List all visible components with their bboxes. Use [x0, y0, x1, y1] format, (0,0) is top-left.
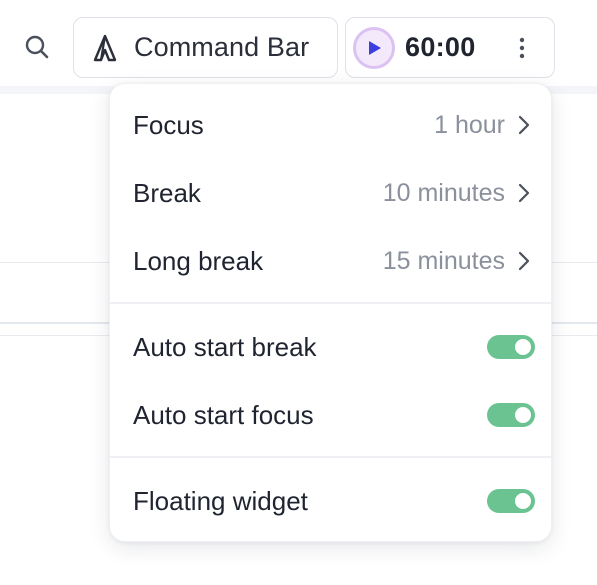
timer-settings-menu: Focus 1 hour Break 10 minutes Long break…	[109, 83, 552, 542]
app-page: Command Bar 60:00 Focus 1 hour Break 10 …	[0, 0, 597, 585]
menu-item-floating-widget[interactable]: Floating widget	[110, 471, 551, 531]
play-button[interactable]	[353, 26, 395, 69]
search-button[interactable]	[20, 30, 54, 64]
menu-item-label: Long break	[133, 245, 264, 276]
play-icon	[369, 40, 381, 55]
timer-time: 60:00	[405, 32, 476, 62]
timer-more-button[interactable]	[512, 36, 532, 60]
menu-item-value: 10 minutes	[382, 178, 505, 207]
menu-item-break[interactable]: Break 10 minutes	[110, 163, 551, 223]
menu-item-label: Auto start break	[133, 331, 317, 362]
command-bar-button[interactable]: Command Bar	[73, 17, 338, 78]
floating-widget-toggle[interactable]	[487, 489, 535, 513]
menu-divider	[110, 302, 551, 304]
menu-item-auto-start-break[interactable]: Auto start break	[110, 317, 551, 377]
menu-divider	[110, 456, 551, 458]
menu-item-label: Auto start focus	[133, 399, 314, 430]
menu-item-label: Break	[133, 177, 201, 208]
chevron-right-icon	[517, 250, 531, 272]
menu-item-value: 15 minutes	[382, 246, 505, 275]
menu-item-label: Focus	[133, 109, 204, 140]
auto-start-break-toggle[interactable]	[487, 335, 535, 359]
menu-item-value: 1 hour	[434, 110, 505, 139]
more-vertical-icon	[519, 37, 525, 59]
menu-item-focus[interactable]: Focus 1 hour	[110, 95, 551, 155]
menu-item-long-break[interactable]: Long break 15 minutes	[110, 231, 551, 291]
search-icon	[25, 35, 49, 59]
toggle-knob	[515, 493, 531, 509]
timer-widget: 60:00	[345, 17, 555, 78]
command-logo-icon	[93, 34, 117, 61]
chevron-right-icon	[517, 182, 531, 204]
chevron-right-icon	[517, 114, 531, 136]
menu-item-label: Floating widget	[133, 485, 308, 516]
auto-start-focus-toggle[interactable]	[487, 403, 535, 427]
toggle-knob	[515, 339, 531, 355]
menu-item-auto-start-focus[interactable]: Auto start focus	[110, 385, 551, 445]
toggle-knob	[515, 407, 531, 423]
command-bar-label: Command Bar	[134, 32, 310, 62]
